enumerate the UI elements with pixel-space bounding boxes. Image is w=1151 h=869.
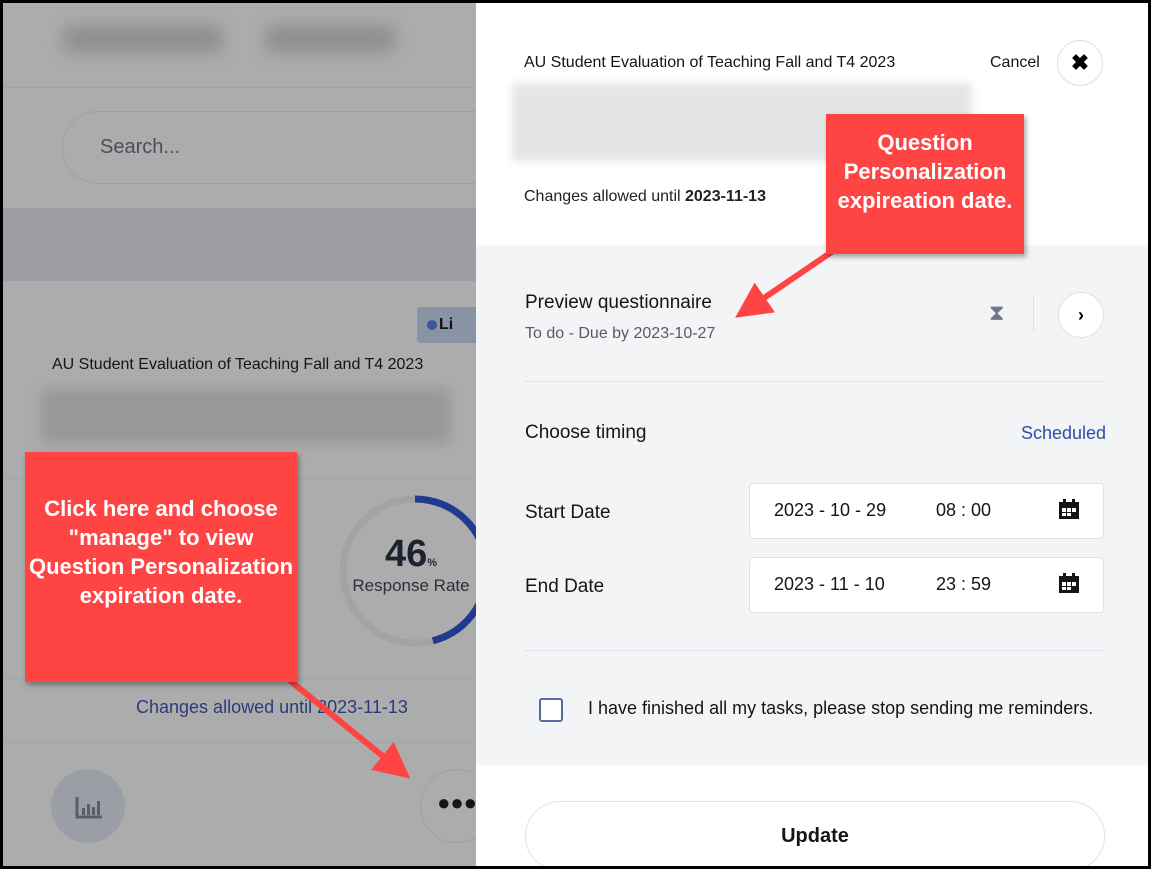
arrow-to-due-date xyxy=(735,248,835,318)
arrow-to-more-button xyxy=(286,676,411,779)
callout-right: Question Personalization expireation dat… xyxy=(826,114,1024,254)
callout-left: Click here and choose "manage" to view Q… xyxy=(25,452,297,682)
